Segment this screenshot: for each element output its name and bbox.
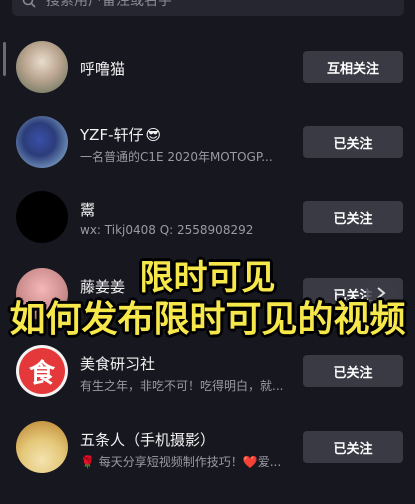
user-name-text: YZF-轩仔 — [80, 126, 144, 144]
follow-status-button[interactable]: 已关注 — [303, 431, 403, 463]
caption-subtitle: 如何发布限时可见的视频 — [9, 299, 406, 340]
list-item[interactable]: 呼噜猫 互相关注 — [0, 41, 415, 101]
user-bio: wx: Tikj0408 Q: 2558908292 — [80, 223, 254, 237]
avatar[interactable]: 食 — [16, 345, 68, 397]
sunglasses-emoji-icon: 😎 — [145, 126, 162, 144]
user-name: 五条人（手机摄影） — [80, 431, 216, 449]
user-name: 美食研习社 — [80, 355, 156, 373]
avatar[interactable] — [16, 421, 68, 473]
avatar[interactable] — [16, 191, 68, 243]
avatar[interactable] — [16, 41, 68, 93]
user-name: 呼噜猫 — [80, 60, 126, 78]
follow-status-button[interactable]: 已关注 — [303, 201, 403, 233]
user-name: YZF-轩仔 😎 — [80, 124, 161, 145]
avatar[interactable] — [16, 116, 68, 168]
list-item[interactable]: 五条人（手机摄影） 🌹 每天分享短视频制作技巧！❤️爱... 已关注 — [0, 421, 415, 481]
list-item[interactable]: 食 美食研习社 有生之年，非吃不可！吃得明白，就... 已关注 — [0, 345, 415, 405]
follow-status-button[interactable]: 已关注 — [303, 355, 403, 387]
follow-status-button[interactable]: 已关注 — [303, 126, 403, 158]
search-input[interactable] — [44, 0, 348, 10]
user-bio: 一名普通的C1E 2020年MOTOGP... — [80, 150, 273, 164]
search-icon — [22, 0, 36, 8]
search-bar[interactable] — [12, 0, 404, 16]
user-bio: 🌹 每天分享短视频制作技巧！❤️爱... — [80, 455, 282, 469]
user-name: 鬻 — [80, 201, 96, 219]
follow-status-button[interactable]: 互相关注 — [303, 51, 403, 83]
user-bio: 有生之年，非吃不可！吃得明白，就... — [80, 379, 284, 393]
list-item[interactable]: 鬻 wx: Tikj0408 Q: 2558908292 已关注 — [0, 191, 415, 251]
food-logo-icon: 食 — [19, 348, 65, 394]
list-item[interactable]: YZF-轩仔 😎 一名普通的C1E 2020年MOTOGP... 已关注 — [0, 116, 415, 176]
